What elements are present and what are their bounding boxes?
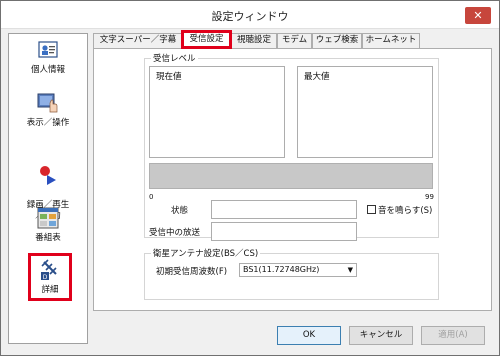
current-value-box: 現在値 bbox=[149, 66, 285, 158]
tab-caption[interactable]: 文字スーパー／字幕 bbox=[93, 33, 183, 48]
tab-reception[interactable]: 受信設定 bbox=[181, 30, 232, 49]
group-title: 衛星アンテナ設定(BS／CS) bbox=[151, 247, 261, 259]
category-sidebar: 個人情報 表示／操作 録画／再生 ／予約 bbox=[8, 33, 88, 344]
sound-checkbox[interactable] bbox=[367, 205, 376, 214]
tab-web-search[interactable]: ウェブ検索 bbox=[312, 33, 362, 48]
sidebar-item-label: 表示／操作 bbox=[26, 118, 70, 128]
tab-modem[interactable]: モデム bbox=[277, 33, 312, 48]
frequency-value: BS1(11.72748GHz) bbox=[243, 265, 320, 274]
status-field bbox=[211, 200, 357, 219]
sound-label[interactable]: 音を鳴らす(S) bbox=[378, 204, 432, 216]
tab-viewing[interactable]: 視聴設定 bbox=[231, 33, 277, 48]
sidebar-item-program-guide[interactable]: 番組表 bbox=[11, 206, 85, 244]
max-value-box: 最大値 bbox=[297, 66, 433, 158]
sidebar-item-detail[interactable]: D 詳細 bbox=[28, 253, 72, 301]
settings-window: 設定ウィンドウ ✕ 個人情報 表示／操作 録画／再生 番組表 D 詳細 文字スー… bbox=[0, 0, 500, 356]
sidebar-item-label: 個人情報 bbox=[30, 65, 65, 75]
close-button[interactable]: ✕ bbox=[465, 7, 491, 24]
display-hand-icon bbox=[37, 93, 58, 113]
person-card-icon bbox=[38, 41, 58, 58]
sidebar-item-personal[interactable]: 個人情報 bbox=[11, 38, 85, 76]
ok-button[interactable]: OK bbox=[277, 326, 341, 345]
frequency-select[interactable]: BS1(11.72748GHz) ▼ bbox=[239, 263, 357, 277]
svg-text:D: D bbox=[43, 274, 48, 281]
sidebar-item-label: 番組表 bbox=[35, 233, 61, 243]
signal-level-meter bbox=[149, 163, 433, 189]
sidebar-item-display[interactable]: 表示／操作 bbox=[11, 91, 85, 129]
chevron-down-icon: ▼ bbox=[347, 266, 353, 274]
channel-field bbox=[211, 222, 357, 241]
scale-min: 0 bbox=[149, 193, 154, 201]
group-title: 受信レベル bbox=[151, 52, 198, 64]
frequency-label: 初期受信周波数(F) bbox=[156, 267, 228, 277]
channel-label: 受信中の放送 bbox=[149, 228, 201, 238]
apply-button[interactable]: 適用(A) bbox=[421, 326, 485, 345]
program-guide-icon bbox=[37, 207, 59, 229]
current-value-label: 現在値 bbox=[156, 72, 182, 82]
tab-home-network[interactable]: ホームネット bbox=[362, 33, 420, 48]
cancel-button[interactable]: キャンセル bbox=[349, 326, 413, 345]
title-bar: 設定ウィンドウ ✕ bbox=[1, 1, 499, 29]
scale-max: 99 bbox=[425, 193, 434, 201]
record-play-icon bbox=[40, 166, 56, 185]
window-title: 設定ウィンドウ bbox=[211, 10, 289, 23]
max-value-label: 最大値 bbox=[304, 72, 330, 82]
antenna-detail-icon: D bbox=[41, 259, 57, 281]
sidebar-item-label: 詳細 bbox=[41, 285, 59, 295]
status-label: 状態 bbox=[171, 206, 189, 216]
